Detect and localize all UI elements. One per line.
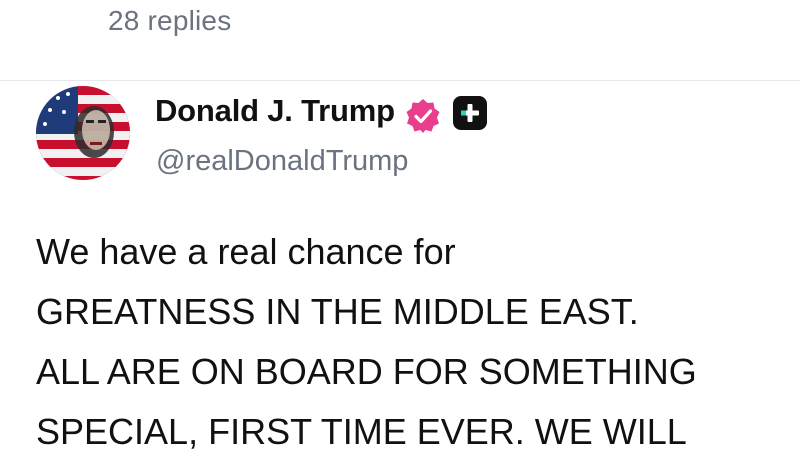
post-body-line: ALL ARE ON BOARD FOR SOMETHING (36, 351, 697, 392)
post-body-line: We have a real chance for (36, 231, 456, 272)
plus-badge-icon (453, 96, 487, 130)
post-body-line: SPECIAL, FIRST TIME EVER. WE WILL (36, 411, 687, 452)
post-body: We have a real chance for GREATNESS IN T… (36, 222, 776, 462)
divider (0, 80, 800, 81)
author-name[interactable]: Donald J. Trump (155, 93, 395, 129)
replies-header: 28 replies (0, 0, 800, 80)
replies-count[interactable]: 28 replies (108, 5, 231, 37)
flag-portrait-avatar-icon (36, 86, 130, 180)
verified-badge-icon (406, 99, 440, 133)
author-handle[interactable]: @realDonaldTrump (156, 145, 408, 178)
author-avatar[interactable] (36, 86, 130, 180)
post-body-line: GREATNESS IN THE MIDDLE EAST. (36, 291, 639, 332)
